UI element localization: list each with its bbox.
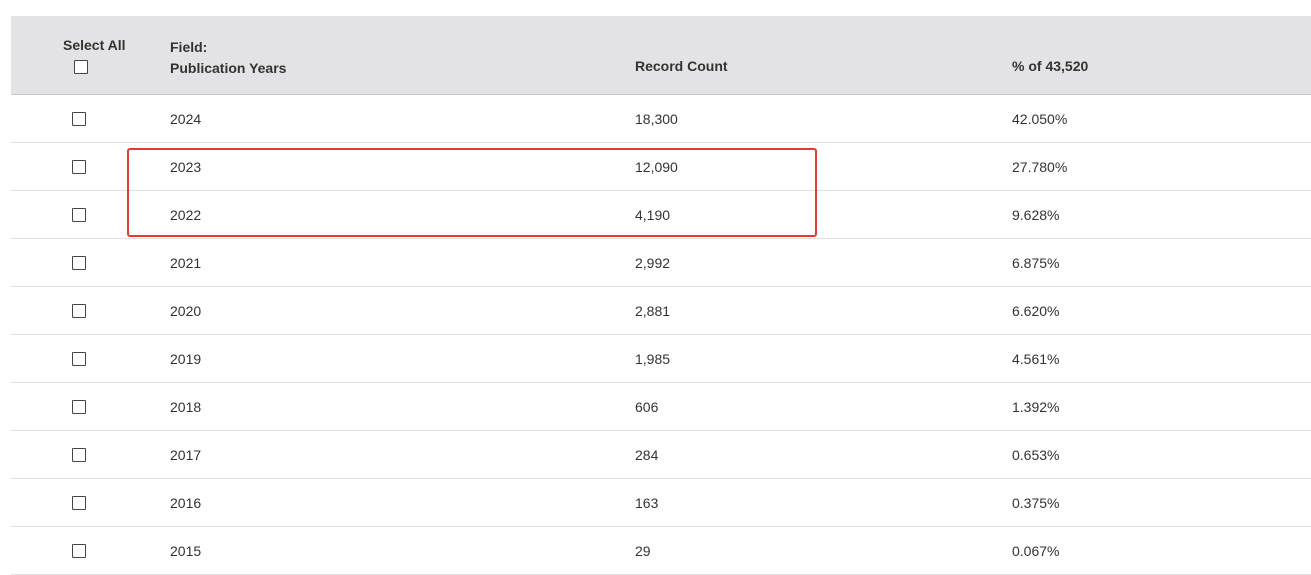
field-column-header: Field: Publication Years [170,37,286,79]
year-cell: 2016 [170,495,202,511]
publication-years-table: Select All Field: Publication Years Reco… [11,16,1311,575]
row-checkbox[interactable] [72,160,86,174]
row-checkbox[interactable] [72,256,86,270]
table-row: 2023 12,090 27.780% [11,143,1311,191]
row-checkbox[interactable] [72,544,86,558]
year-cell: 2023 [170,159,202,175]
table-row: 2019 1,985 4.561% [11,335,1311,383]
record-count-cell: 1,985 [635,351,671,367]
table-row: 2021 2,992 6.875% [11,239,1311,287]
percent-cell: 4.561% [1012,351,1060,367]
percent-cell: 9.628% [1012,207,1060,223]
year-cell: 2024 [170,111,202,127]
table-row: 2022 4,190 9.628% [11,191,1311,239]
percent-cell: 1.392% [1012,399,1060,415]
year-cell: 2018 [170,399,202,415]
year-cell: 2022 [170,207,202,223]
percent-header: % of 43,520 [1012,58,1089,74]
table-row: 2018 606 1.392% [11,383,1311,431]
row-checkbox[interactable] [72,496,86,510]
row-checkbox[interactable] [72,304,86,318]
percent-cell: 6.875% [1012,255,1060,271]
table-row: 2017 284 0.653% [11,431,1311,479]
field-label: Field: [170,39,208,55]
record-count-cell: 2,992 [635,255,671,271]
table-row: 2015 29 0.067% [11,527,1311,575]
record-count-cell: 284 [635,447,659,463]
row-checkbox[interactable] [72,208,86,222]
row-checkbox[interactable] [72,352,86,366]
year-cell: 2020 [170,303,202,319]
record-count-cell: 163 [635,495,659,511]
record-count-cell: 606 [635,399,659,415]
select-all-column: Select All [63,37,133,74]
record-count-cell: 2,881 [635,303,671,319]
year-cell: 2017 [170,447,202,463]
table-row: 2016 163 0.375% [11,479,1311,527]
percent-cell: 27.780% [1012,159,1068,175]
table-row: 2024 18,300 42.050% [11,95,1311,143]
select-all-label: Select All [63,37,126,53]
record-count-cell: 18,300 [635,111,678,127]
year-cell: 2015 [170,543,202,559]
record-count-cell: 12,090 [635,159,678,175]
record-count-cell: 4,190 [635,207,671,223]
percent-cell: 6.620% [1012,303,1060,319]
row-checkbox[interactable] [72,400,86,414]
table-row: 2020 2,881 6.620% [11,287,1311,335]
percent-cell: 0.375% [1012,495,1060,511]
table-header: Select All Field: Publication Years Reco… [11,16,1311,95]
percent-cell: 0.653% [1012,447,1060,463]
record-count-header: Record Count [635,58,728,74]
percent-cell: 0.067% [1012,543,1060,559]
field-name: Publication Years [170,60,287,76]
year-cell: 2019 [170,351,202,367]
select-all-checkbox[interactable] [74,60,88,74]
year-cell: 2021 [170,255,202,271]
row-checkbox[interactable] [72,112,86,126]
row-checkbox[interactable] [72,448,86,462]
percent-cell: 42.050% [1012,111,1068,127]
record-count-cell: 29 [635,543,651,559]
